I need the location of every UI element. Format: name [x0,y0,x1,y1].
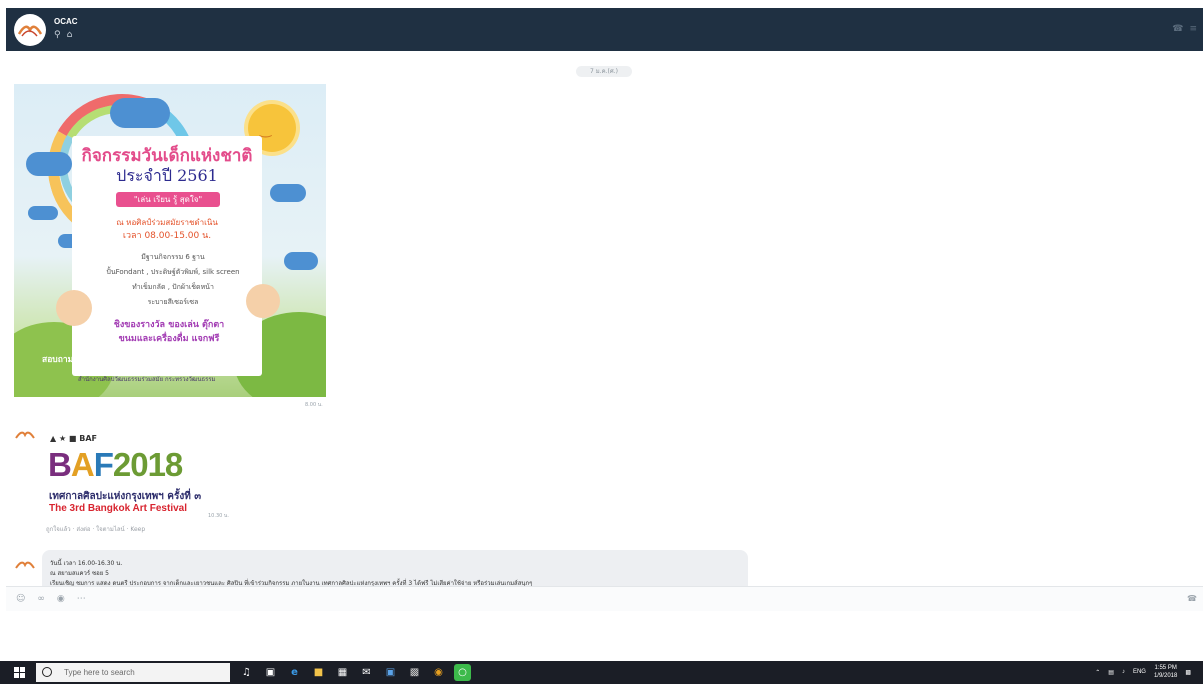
task-view-icon[interactable]: ▣ [262,664,279,681]
photos-icon[interactable]: ▣ [382,664,399,681]
boy-illustration [246,284,280,318]
poster-activity: ระบายสีเซอร์เซล [147,298,199,306]
ocac-logo-icon [15,431,35,439]
partner-logos: ▲ ★ ■ BAF [50,434,97,443]
baf-logo-2018[interactable]: BAF2018 [48,446,183,484]
chat-header: OCAC ⚲ ⌂ ☎ ≡ [6,8,1203,51]
taskbar-search[interactable]: Type here to search [36,663,230,682]
message-actions[interactable]: ถูกใจแล้ว · ส่งต่อ · ใจตามไลน์ · Keep [46,524,145,534]
cortana-icon [42,667,52,677]
windows-taskbar: Type here to search ♫ ▣ e ■ ▦ ✉ ▣ ▩ ◉ ○ … [0,661,1203,684]
sender-avatar[interactable] [14,424,36,446]
cloud-graphic [284,252,318,270]
store-icon[interactable]: ▦ [334,664,351,681]
message-timestamp: 10.30 น. [208,513,229,519]
poster-prize: ชิงของรางวัล ของเล่น ตุ๊กตา [113,320,225,330]
clock-time: 1:55 PM [1154,665,1177,671]
poster-time: เวลา 08.00-15.00 น. [122,231,212,241]
attach-icon[interactable]: ∞ [37,594,45,604]
home-icon[interactable]: ⌂ [67,30,73,40]
sender-avatar[interactable] [14,554,36,576]
ocac-logo-icon [17,25,43,37]
ocac-logo-avatar[interactable] [14,14,46,46]
baf-english-title: The 3rd Bangkok Art Festival [49,503,187,514]
poster-activity: มีฐานกิจกรรม 6 ฐาน [141,253,205,261]
poster-year: ประจำปี 2561 [116,166,218,185]
camera-icon[interactable]: ◉ [57,594,65,604]
more-icon[interactable]: ⋯ [77,594,86,604]
line-app-icon[interactable]: ○ [454,664,471,681]
notifications-icon[interactable]: ▩ [1185,669,1191,676]
clock-date: 1/9/2018 [1153,673,1178,679]
file-explorer-icon[interactable]: ■ [310,664,327,681]
call-icon[interactable]: ☎ [1187,594,1197,603]
message-line: ณ สยามสแควร์ ซอย 5 [50,570,109,577]
message-timestamp: 8.00 น. [305,402,323,408]
poster-prizes: ชิงของรางวัล ของเล่น ตุ๊กตา ขนมและเครื่อ… [94,318,244,346]
emoji-icon[interactable]: ☺ [16,594,25,604]
menu-icon[interactable]: ≡ [1189,24,1197,34]
ocac-logo-icon [15,561,35,569]
edge-icon[interactable]: e [286,664,303,681]
search-placeholder: Type here to search [64,668,135,677]
tray-chevron-icon[interactable]: ⌃ [1095,669,1100,676]
chrome-icon[interactable]: ◉ [430,664,447,681]
start-button[interactable] [14,667,25,678]
volume-icon[interactable]: ♪ [1122,669,1125,675]
message-line: วันนี้ เวลา 16.00-16.30 น. [50,560,123,567]
poster-tagline: "เล่น เรียน รู้ สุดใจ" [116,192,220,207]
cloud-graphic [26,152,72,176]
chat-title: OCAC [54,17,78,26]
cloud-graphic [270,184,306,202]
poster-prize: ขนมและเครื่องดื่ม แจกฟรี [118,334,220,344]
cloud-graphic [28,206,58,220]
date-separator: 7 ม.ค.(ศ.) [576,66,632,77]
cloud-graphic [110,98,170,128]
poster-activity: ทำเข็มกลัด , ปักผ้าเช็ดหน้า [132,283,214,291]
girl-illustration [56,290,92,326]
text-message-bubble[interactable]: วันนี้ เวลา 16.00-16.30 น. ณ สยามสแควร์ … [42,550,748,587]
poster-contact: สอบถามเพิ่มเติม 0 2209 3761-2 [42,354,159,364]
microphone-icon[interactable]: ♫ [238,664,255,681]
search-icon[interactable]: ⚲ [54,30,61,40]
call-icon[interactable]: ☎ [1172,24,1183,34]
language-indicator[interactable]: ENG [1133,669,1146,675]
message-input-bar[interactable]: ☺ ∞ ◉ ⋯ ☎ [6,586,1203,611]
app-icon[interactable]: ▩ [406,664,423,681]
baf-thai-title: เทศกาลศิลปะแห่งกรุงเทพฯ ครั้งที่ ๓ [49,491,202,502]
poster-organization: สำนักงานศิลปวัฒนธรรมร่วมสมัย กระทรวงวัฒน… [78,376,216,383]
network-icon[interactable]: ▤ [1108,669,1114,676]
poster-image-message[interactable]: ‿ กิจกรรมวันเด็กแห่งชาติ ประจำปี 2561 "เ… [14,84,326,397]
mail-icon[interactable]: ✉ [358,664,375,681]
poster-activities: มีฐานกิจกรรม 6 ฐาน ปั้นFondant , ประดิษฐ… [98,250,248,310]
taskbar-clock[interactable]: 1:55 PM 1/9/2018 [1154,664,1177,680]
poster-activity: ปั้นFondant , ประดิษฐ์ตัวพิมพ์, silk scr… [106,268,240,276]
